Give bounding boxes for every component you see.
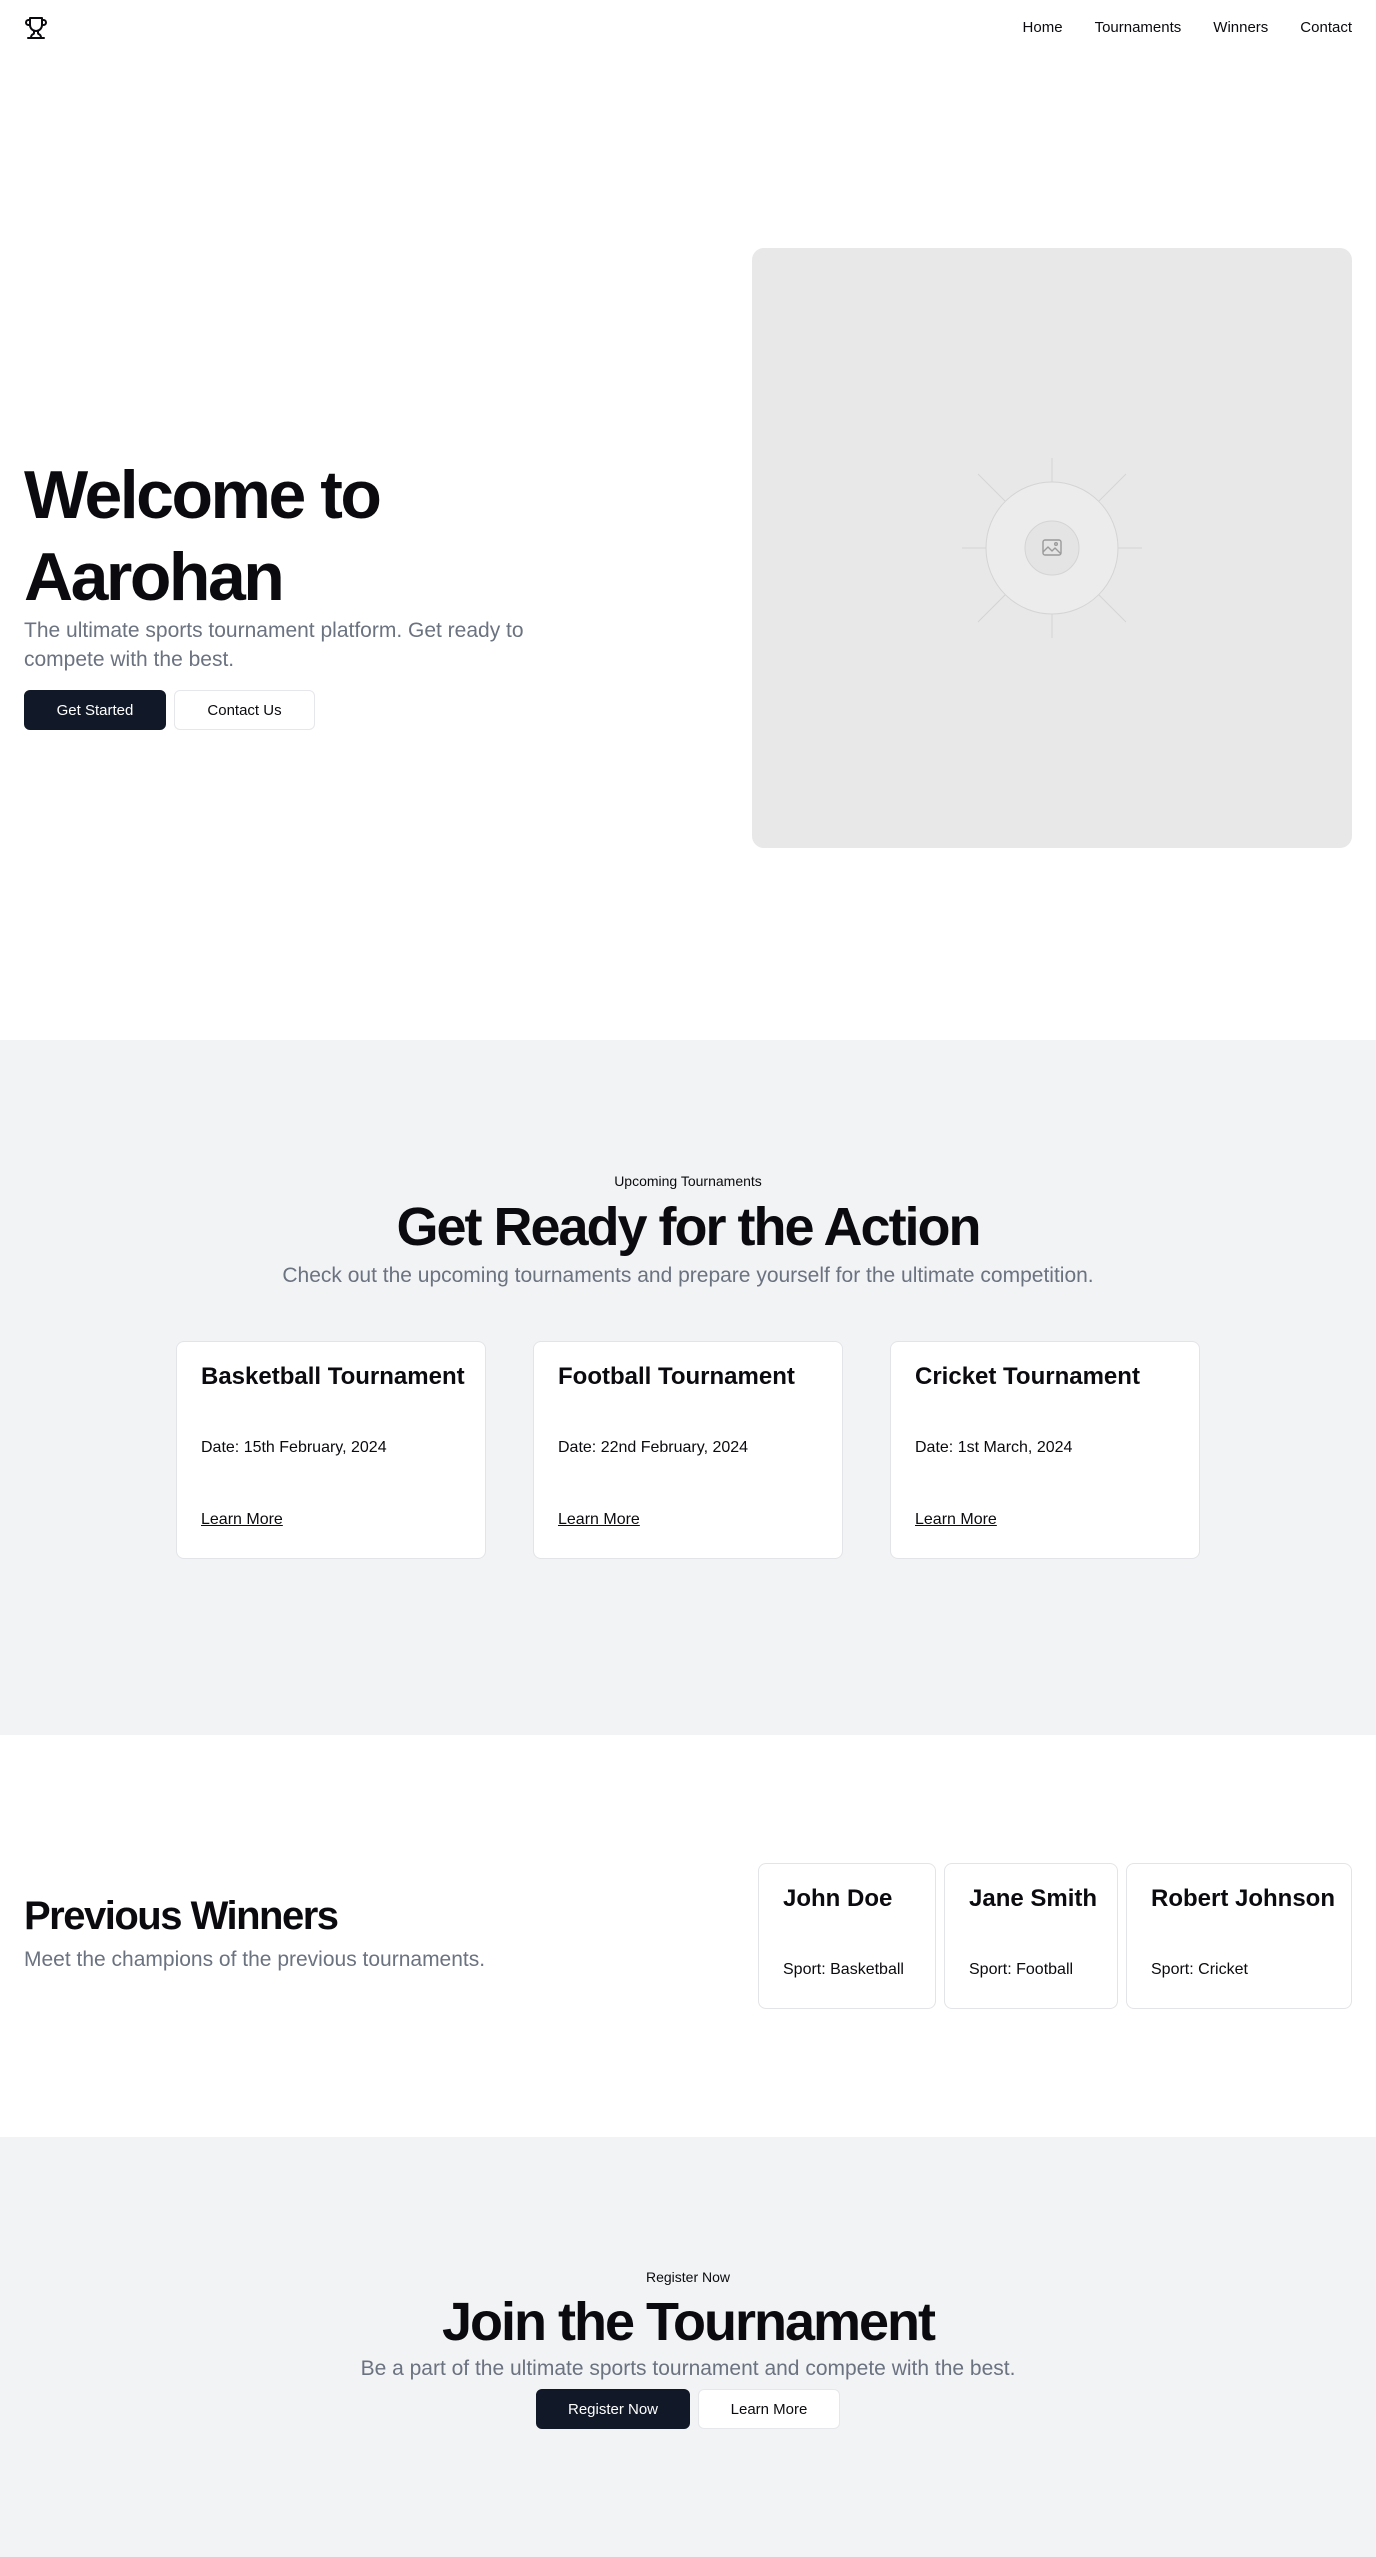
register-button-row: Register Now Learn More xyxy=(536,2389,840,2429)
tournament-card-date: Date: 1st March, 2024 xyxy=(915,1439,1073,1456)
winner-card-john-doe: John Doe Sport: Basketball xyxy=(758,1863,936,2009)
learn-more-link[interactable]: Learn More xyxy=(915,1510,997,1530)
tournaments-section: Upcoming Tournaments Get Ready for the A… xyxy=(0,1040,1376,1735)
tournament-card-cricket: Cricket Tournament Date: 1st March, 2024… xyxy=(890,1341,1200,1559)
winner-name: John Doe xyxy=(783,1885,893,1912)
register-now-button[interactable]: Register Now xyxy=(536,2389,690,2429)
winners-title: Previous Winners xyxy=(24,1894,339,1938)
tournament-card-title: Football Tournament xyxy=(558,1363,795,1390)
image-placeholder-icon xyxy=(962,458,1142,638)
hero-button-row: Get Started Contact Us xyxy=(24,690,634,730)
nav-winners-link[interactable]: Winners xyxy=(1213,18,1268,38)
winner-name: Robert Johnson xyxy=(1151,1885,1335,1912)
winner-card-jane-smith: Jane Smith Sport: Football xyxy=(944,1863,1118,2009)
register-eyebrow: Register Now xyxy=(645,2269,731,2285)
nav-home-link[interactable]: Home xyxy=(1023,18,1063,38)
learn-more-link[interactable]: Learn More xyxy=(201,1510,283,1530)
nav-contact-link[interactable]: Contact xyxy=(1300,18,1352,38)
site-header: Home Tournaments Winners Contact xyxy=(0,0,1376,56)
winners-section: Previous Winners Meet the champions of t… xyxy=(0,1735,1376,2137)
learn-more-link[interactable]: Learn More xyxy=(558,1510,640,1530)
tournament-card-list: Basketball Tournament Date: 15th Februar… xyxy=(176,1341,1200,1559)
tournaments-subtitle: Check out the upcoming tournaments and p… xyxy=(282,1264,1094,1287)
main-nav: Home Tournaments Winners Contact xyxy=(1023,18,1352,38)
hero-title: Welcome to Aarohan xyxy=(24,457,382,615)
winner-sport: Sport: Cricket xyxy=(1151,1961,1248,1978)
trophy-icon[interactable] xyxy=(24,16,48,40)
get-started-button[interactable]: Get Started xyxy=(24,690,166,730)
winner-sport: Sport: Basketball xyxy=(783,1961,904,1978)
winner-name: Jane Smith xyxy=(969,1885,1098,1912)
hero-image-placeholder xyxy=(752,248,1352,848)
tournament-card-date: Date: 22nd February, 2024 xyxy=(558,1439,749,1456)
tournament-card-football: Football Tournament Date: 22nd February,… xyxy=(533,1341,843,1559)
register-subtitle: Be a part of the ultimate sports tournam… xyxy=(360,2357,1016,2380)
contact-us-button[interactable]: Contact Us xyxy=(174,690,315,730)
hero-subtitle: The ultimate sports tournament platform.… xyxy=(24,619,524,671)
nav-tournaments-link[interactable]: Tournaments xyxy=(1095,18,1182,38)
hero-section: Welcome to Aarohan The ultimate sports t… xyxy=(0,56,1376,1040)
hero-text: Welcome to Aarohan The ultimate sports t… xyxy=(24,454,634,730)
tournament-card-basketball: Basketball Tournament Date: 15th Februar… xyxy=(176,1341,486,1559)
tournament-card-date: Date: 15th February, 2024 xyxy=(201,1439,387,1456)
tournament-card-title: Cricket Tournament xyxy=(915,1363,1140,1390)
winners-subtitle: Meet the champions of the previous tourn… xyxy=(24,1948,486,1971)
tournament-card-title: Basketball Tournament xyxy=(201,1363,465,1390)
tournaments-title: Get Ready for the Action xyxy=(396,1197,981,1257)
register-title: Join the Tournament xyxy=(441,2292,936,2352)
learn-more-button[interactable]: Learn More xyxy=(698,2389,840,2429)
register-section: Register Now Join the Tournament Be a pa… xyxy=(0,2137,1376,2557)
winner-card-robert-johnson: Robert Johnson Sport: Cricket xyxy=(1126,1863,1352,2009)
tournaments-eyebrow: Upcoming Tournaments xyxy=(614,1173,762,1189)
winner-sport: Sport: Football xyxy=(969,1961,1074,1978)
